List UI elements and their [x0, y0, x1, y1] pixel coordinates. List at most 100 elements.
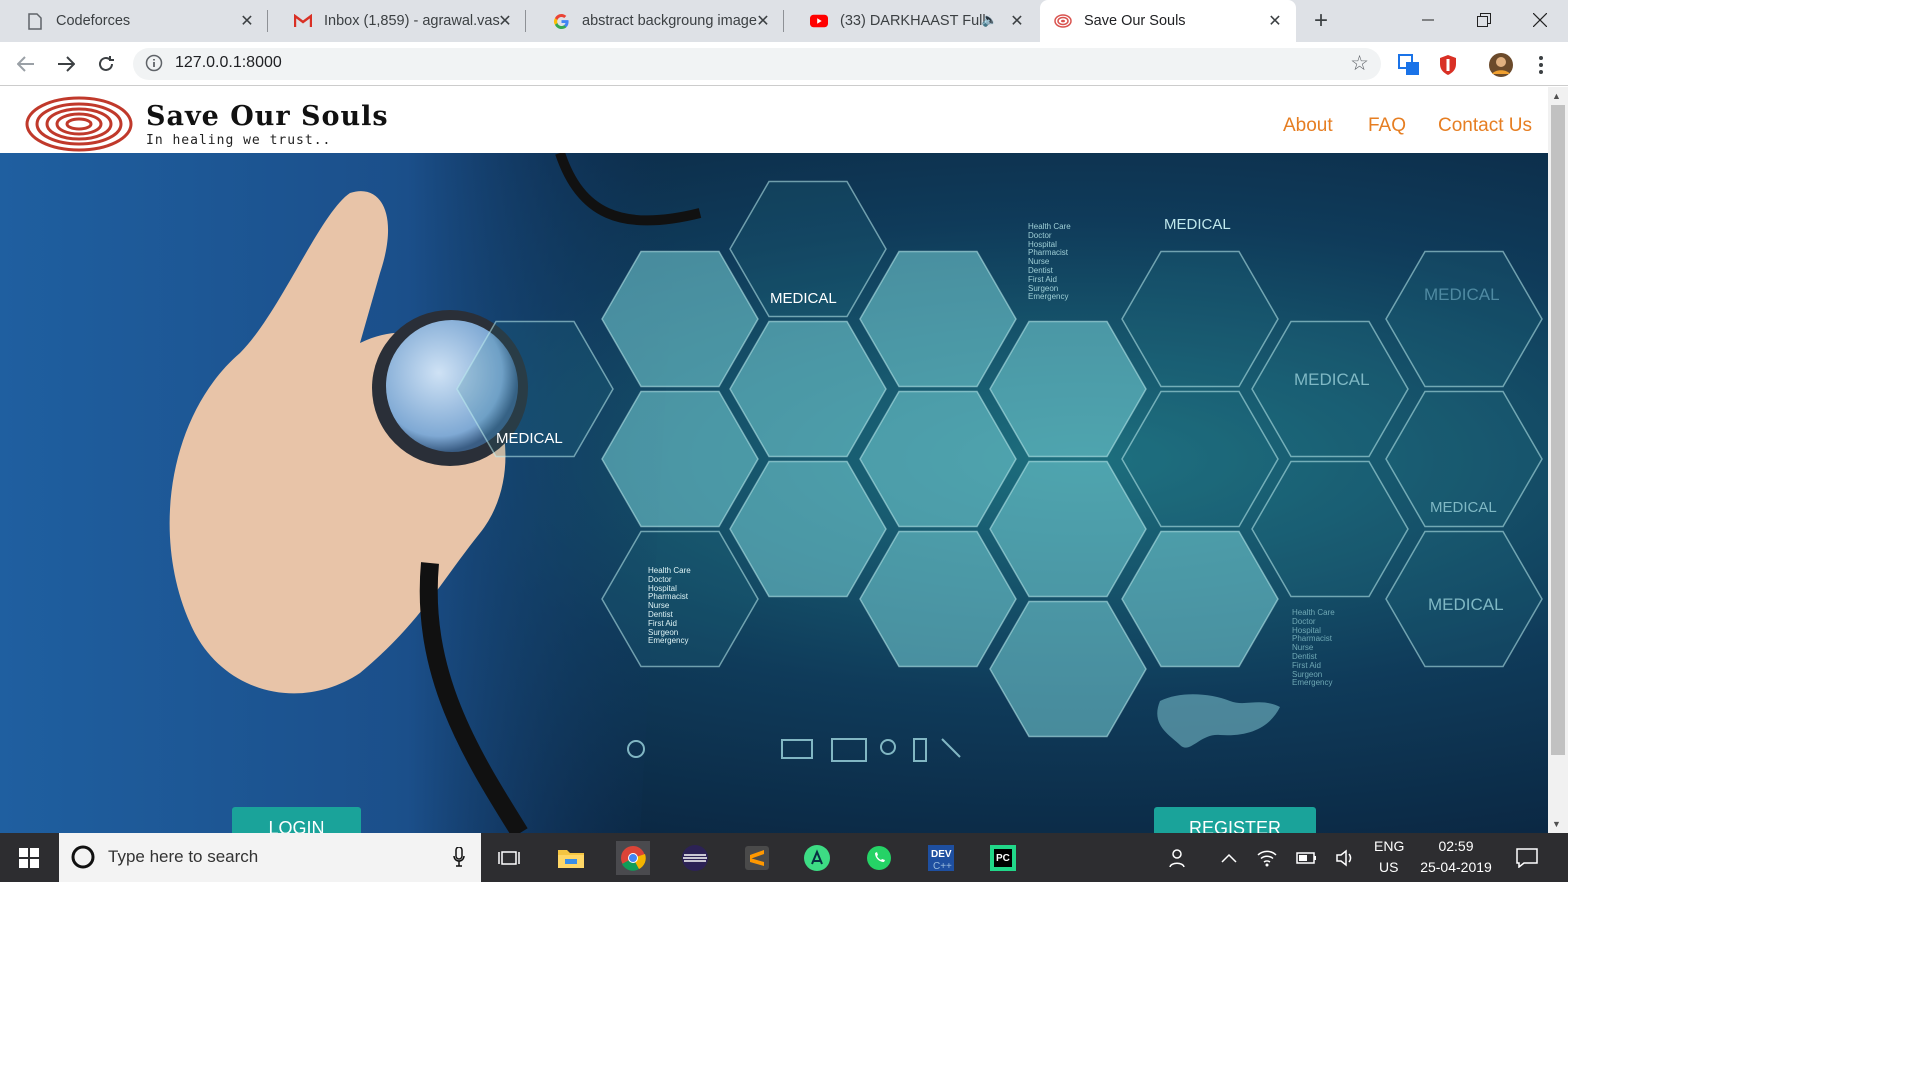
back-icon[interactable]	[12, 50, 40, 78]
profile-avatar[interactable]	[1488, 52, 1514, 78]
menu-kebab-icon[interactable]	[1528, 52, 1554, 78]
hex-label: MEDICAL	[1430, 499, 1497, 516]
nav-faq-link[interactable]: FAQ	[1368, 115, 1406, 137]
youtube-icon	[810, 12, 828, 30]
reload-icon[interactable]	[92, 50, 120, 78]
hex-tile	[1121, 250, 1279, 388]
tab-save-our-souls[interactable]: Save Our Souls ✕	[1040, 0, 1296, 42]
hex-tile	[1385, 250, 1543, 388]
svg-text:C++: C++	[933, 861, 952, 872]
fingerprint-logo-icon[interactable]	[24, 95, 134, 153]
page-icon	[26, 12, 44, 30]
dev-cpp-icon[interactable]: DEV C++	[924, 841, 958, 875]
task-view-icon[interactable]	[492, 841, 526, 875]
browser-toolbar: 127.0.0.1:8000 ☆	[0, 42, 1568, 86]
forward-icon[interactable]	[52, 50, 80, 78]
hex-label: MEDICAL	[1164, 216, 1231, 233]
svg-text:DEV: DEV	[931, 849, 952, 860]
svg-text:PC: PC	[996, 853, 1010, 864]
hex-tile	[1251, 460, 1409, 598]
gmail-icon	[294, 12, 312, 30]
fingerprint-icon	[1054, 12, 1072, 30]
close-icon[interactable]: ✕	[496, 12, 514, 30]
services-list: Health Care Doctor Hospital Pharmacist Nurs…	[1292, 608, 1335, 688]
close-icon[interactable]: ✕	[1008, 12, 1026, 30]
chevron-up-icon[interactable]	[1212, 841, 1246, 875]
tab-youtube[interactable]: (33) DARKHAAST Full V 🔈 ✕	[784, 0, 1038, 42]
hex-tile	[989, 320, 1147, 458]
scroll-up-icon[interactable]: ▲	[1552, 91, 1561, 101]
close-icon[interactable]: ✕	[754, 12, 772, 30]
whatsapp-icon[interactable]	[862, 841, 896, 875]
address-bar[interactable]: 127.0.0.1:8000 ☆	[133, 48, 1381, 80]
hex-tile	[1121, 530, 1279, 668]
google-icon	[552, 12, 570, 30]
tab-gmail[interactable]: Inbox (1,859) - agrawal.vasu ✕	[268, 0, 526, 42]
hero-banner: MEDICAL MEDICAL MEDICAL MEDICAL MEDICAL …	[0, 153, 1548, 833]
speaker-mute-icon[interactable]: 🔈	[982, 12, 998, 28]
input-language[interactable]: ENG US	[1374, 838, 1404, 875]
login-button[interactable]: LOGIN	[232, 807, 361, 833]
services-list: Health Care Doctor Hospital Pharmacist Nurs…	[648, 566, 691, 646]
cortana-circle-icon	[71, 845, 95, 874]
action-center-icon[interactable]	[1510, 841, 1544, 875]
pycharm-icon[interactable]: PC	[986, 841, 1020, 875]
tab-google-search[interactable]: abstract backgroung image ✕	[526, 0, 784, 42]
windows-start-icon[interactable]	[12, 841, 46, 875]
chrome-taskbar-icon[interactable]	[616, 841, 650, 875]
taskbar-search-box[interactable]: Type here to search	[59, 833, 481, 882]
tab-title: Save Our Souls	[1084, 13, 1186, 29]
browser-tab-strip: Codeforces ✕ Inbox (1,859) - agrawal.vas…	[0, 0, 1568, 42]
minimize-button[interactable]	[1400, 0, 1456, 40]
nav-about-link[interactable]: About	[1283, 115, 1333, 137]
new-tab-button[interactable]: +	[1308, 7, 1334, 34]
tab-title: (33) DARKHAAST Full V	[840, 13, 990, 29]
translate-extension-icon[interactable]	[1396, 52, 1422, 78]
close-window-button[interactable]	[1512, 0, 1568, 40]
url-text: 127.0.0.1:8000	[175, 54, 282, 71]
tab-codeforces[interactable]: Codeforces ✕	[0, 0, 268, 42]
hex-label: MEDICAL	[770, 290, 837, 307]
android-studio-icon[interactable]	[800, 841, 834, 875]
register-button[interactable]: REGISTER	[1154, 807, 1316, 833]
hex-tile	[989, 600, 1147, 738]
hex-label: MEDICAL	[496, 430, 563, 447]
eclipse-icon[interactable]	[678, 841, 712, 875]
scrollbar-thumb[interactable]	[1551, 105, 1565, 755]
hex-label: MEDICAL	[1424, 285, 1500, 304]
restore-button[interactable]	[1456, 0, 1512, 40]
tab-title: abstract backgroung image	[582, 13, 757, 29]
clock[interactable]: 02:59 25-04-2019	[1418, 838, 1494, 875]
hex-tile	[729, 460, 887, 598]
hex-tile	[989, 460, 1147, 598]
wifi-icon[interactable]	[1250, 841, 1284, 875]
hex-tile	[729, 320, 887, 458]
tab-title: Codeforces	[56, 13, 131, 29]
people-icon[interactable]	[1162, 841, 1196, 875]
file-explorer-icon[interactable]	[554, 841, 588, 875]
info-icon[interactable]	[145, 54, 165, 74]
webpage: Save Our Souls In healing we trust.. Abo…	[0, 87, 1548, 833]
hex-tile	[859, 530, 1017, 668]
bookmark-star-icon[interactable]: ☆	[1350, 51, 1369, 76]
hex-tile	[859, 250, 1017, 388]
close-icon[interactable]: ✕	[1266, 12, 1284, 30]
windows-taskbar: Type here to search DEV C++ PC ENG US 02…	[0, 833, 1568, 882]
shield-extension-icon[interactable]	[1435, 52, 1461, 78]
microphone-icon[interactable]	[453, 846, 465, 872]
hex-label: MEDICAL	[1428, 595, 1504, 614]
battery-icon[interactable]	[1290, 841, 1324, 875]
hex-tile	[1121, 390, 1279, 528]
services-list: Health Care Doctor Hospital Pharmacist Nurs…	[1028, 222, 1071, 302]
hex-label: MEDICAL	[1294, 370, 1370, 389]
nav-contact-link[interactable]: Contact Us	[1438, 115, 1532, 137]
site-brand-name[interactable]: Save Our Souls	[146, 101, 389, 132]
site-header: Save Our Souls In healing we trust.. Abo…	[0, 87, 1548, 153]
site-tagline: In healing we trust..	[146, 133, 332, 148]
scroll-down-icon[interactable]: ▼	[1552, 819, 1561, 829]
sublime-text-icon[interactable]	[740, 841, 774, 875]
volume-icon[interactable]	[1328, 841, 1362, 875]
close-icon[interactable]: ✕	[238, 12, 256, 30]
tab-title: Inbox (1,859) - agrawal.vasu	[324, 13, 500, 29]
page-scrollbar[interactable]: ▲ ▼	[1548, 87, 1568, 833]
